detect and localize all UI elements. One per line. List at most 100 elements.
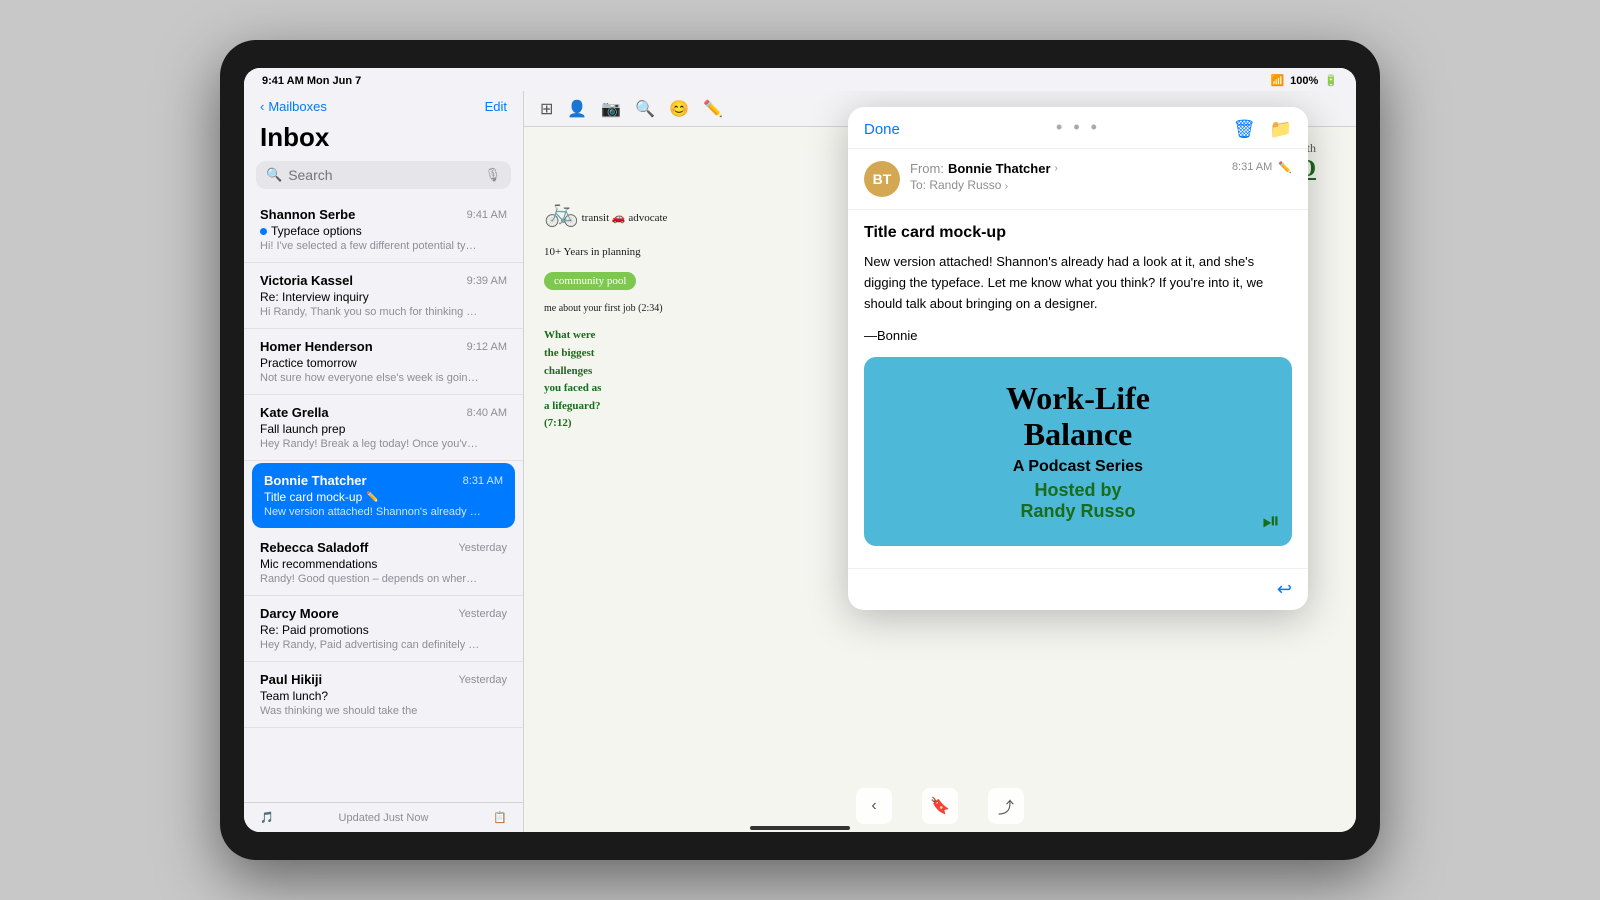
pencil-detail-icon: ✏️ <box>1278 161 1292 174</box>
email-preview: Not sure how everyone else's week is goi… <box>260 372 480 384</box>
email-sender: Darcy Moore <box>260 606 339 621</box>
from-line: From: Bonnie Thatcher › <box>910 161 1222 176</box>
podcast-card: Work-LifeBalance A Podcast Series Hosted… <box>864 357 1292 545</box>
podcast-subtitle: A Podcast Series <box>884 458 1272 476</box>
compose-icon[interactable]: 📋 <box>493 811 507 824</box>
back-nav-icon[interactable]: ‹ <box>856 788 892 824</box>
search-toolbar-icon[interactable]: 🔍 <box>635 99 655 119</box>
email-detail-modal: • • • Done 🗑 📁 BT From: Bo <box>848 107 1308 610</box>
sidebar-bottom: 🎵 Updated Just Now 📋 <box>244 802 523 832</box>
gallery-icon[interactable]: ⊞ <box>540 99 553 119</box>
toolbar-icons: ⊞ 👤 📷 🔍 😊 ✏️ <box>540 99 723 119</box>
to-name: Randy Russo <box>929 178 1001 192</box>
pencil-icon: ✏️ <box>366 492 378 503</box>
email-time: Yesterday <box>458 542 507 554</box>
edit-icon[interactable]: ✏️ <box>703 99 723 119</box>
email-subject: Re: Interview inquiry <box>260 290 507 304</box>
share-nav-icon[interactable]: ⤴ <box>988 788 1024 824</box>
chevron-left-icon: ‹ <box>260 99 264 114</box>
music-icon: 🎵 <box>260 811 274 824</box>
trash-icon[interactable]: 🗑 <box>1233 119 1256 140</box>
email-time: 8:31 AM <box>463 475 503 487</box>
email-list: Shannon Serbe 9:41 AM Typeface options H… <box>244 197 523 802</box>
sidebar: ‹ Mailboxes Edit Inbox 🔍 🎙 Shan <box>244 91 524 832</box>
email-item[interactable]: Kate Grella 8:40 AM Fall launch prep Hey… <box>244 395 523 461</box>
to-line: To: Randy Russo › <box>910 178 1222 192</box>
microphone-icon[interactable]: 🎙 <box>484 167 501 183</box>
email-subject: Team lunch? <box>260 689 507 703</box>
home-indicator <box>750 826 850 830</box>
bottom-nav: ‹ 🔖 ⤴ <box>856 788 1024 824</box>
status-time: 9:41 AM Mon Jun 7 <box>262 75 361 87</box>
email-subject-heading: Title card mock-up <box>864 224 1292 242</box>
modal-toolbar: • • • Done 🗑 📁 <box>848 107 1308 149</box>
email-preview: Randy! Good question – depends on where … <box>260 573 480 585</box>
timestamp-value: 8:31 AM <box>1232 161 1272 173</box>
email-item[interactable]: Shannon Serbe 9:41 AM Typeface options H… <box>244 197 523 263</box>
email-subject: Typeface options <box>260 224 507 238</box>
email-sender: Bonnie Thatcher <box>264 473 367 488</box>
play-pause-icon[interactable]: ⏯ <box>1262 508 1280 534</box>
mailboxes-label: Mailboxes <box>268 99 327 114</box>
email-item[interactable]: Rebecca Saladoff Yesterday Mic recommend… <box>244 530 523 596</box>
from-label: From: <box>910 161 944 176</box>
email-preview: Hey Randy! Break a leg today! Once you'v… <box>260 438 480 450</box>
modal-footer: ↩ <box>848 568 1308 610</box>
back-button[interactable]: ‹ Mailboxes <box>260 99 327 114</box>
email-signature: —Bonnie <box>864 328 1292 343</box>
ipad-frame: 9:41 AM Mon Jun 7 📶 100% 🔋 ‹ Mailboxes E… <box>220 40 1380 860</box>
email-sender: Victoria Kassel <box>260 273 353 288</box>
email-item[interactable]: Paul Hikiji Yesterday Team lunch? Was th… <box>244 662 523 728</box>
right-panel: ⊞ 👤 📷 🔍 😊 ✏️ with RANDY RUSSO <box>524 91 1356 832</box>
email-sender: Kate Grella <box>260 405 329 420</box>
battery-label: 100% <box>1290 75 1318 87</box>
email-sender: Rebecca Saladoff <box>260 540 368 555</box>
search-input[interactable] <box>288 167 478 183</box>
email-sender: Paul Hikiji <box>260 672 322 687</box>
sender-avatar: BT <box>864 161 900 197</box>
email-body-text: New version attached! Shannon's already … <box>864 252 1292 314</box>
edit-button[interactable]: Edit <box>485 99 507 114</box>
email-item[interactable]: Darcy Moore Yesterday Re: Paid promotion… <box>244 596 523 662</box>
emoji-icon[interactable]: 😊 <box>669 99 689 119</box>
done-button[interactable]: Done <box>864 121 900 138</box>
battery-icon: 🔋 <box>1324 74 1338 87</box>
email-time: 9:41 AM <box>467 209 507 221</box>
email-subject: Re: Paid promotions <box>260 623 507 637</box>
inbox-title: Inbox <box>244 120 523 161</box>
email-preview: Hi Randy, Thank you so much for thinking… <box>260 306 480 318</box>
email-preview: New version attached! Shannon's already … <box>264 506 484 518</box>
forward-nav-icon[interactable]: 🔖 <box>922 788 958 824</box>
main-content: ‹ Mailboxes Edit Inbox 🔍 🎙 Shan <box>244 91 1356 832</box>
unread-indicator <box>260 228 267 235</box>
email-preview: Was thinking we should take the <box>260 705 480 717</box>
email-time: 8:40 AM <box>467 407 507 419</box>
podcast-hosted-by: Hosted by Randy Russo <box>884 480 1272 522</box>
email-preview: Hey Randy, Paid advertising can definite… <box>260 639 480 651</box>
email-item[interactable]: Homer Henderson 9:12 AM Practice tomorro… <box>244 329 523 395</box>
ipad-screen: 9:41 AM Mon Jun 7 📶 100% 🔋 ‹ Mailboxes E… <box>244 68 1356 832</box>
email-subject: Practice tomorrow <box>260 356 507 370</box>
email-item-selected[interactable]: Bonnie Thatcher 8:31 AM Title card mock-… <box>252 463 515 528</box>
search-bar[interactable]: 🔍 🎙 <box>256 161 511 189</box>
camera-icon[interactable]: 📷 <box>601 99 621 119</box>
email-subject: Title card mock-up ✏️ <box>264 490 503 504</box>
status-right: 📶 100% 🔋 <box>1270 74 1338 87</box>
profile-icon[interactable]: 👤 <box>567 99 587 119</box>
status-bar: 9:41 AM Mon Jun 7 📶 100% 🔋 <box>244 68 1356 91</box>
email-preview: Hi! I've selected a few different potent… <box>260 240 480 252</box>
to-label: To: <box>910 178 929 192</box>
modal-actions: 🗑 📁 <box>1233 119 1292 140</box>
sidebar-header: ‹ Mailboxes Edit <box>244 91 523 120</box>
folder-icon[interactable]: 📁 <box>1270 119 1292 140</box>
to-chevron: › <box>1005 181 1008 192</box>
email-item[interactable]: Victoria Kassel 9:39 AM Re: Interview in… <box>244 263 523 329</box>
hosted-by-label: Hosted by <box>1034 480 1121 500</box>
email-time: 9:39 AM <box>467 275 507 287</box>
wifi-icon: 📶 <box>1270 74 1284 87</box>
email-body: Title card mock-up New version attached!… <box>848 210 1308 568</box>
email-meta: From: Bonnie Thatcher › To: Randy Russo … <box>910 161 1222 192</box>
reply-icon[interactable]: ↩ <box>1277 579 1292 600</box>
search-icon: 🔍 <box>266 167 282 183</box>
from-chevron: › <box>1055 163 1058 174</box>
